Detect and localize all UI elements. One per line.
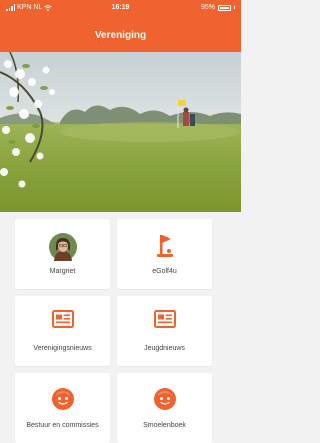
tile-jeugdnieuws[interactable]: Jeugdnieuws [117, 296, 212, 366]
tile-margriet[interactable]: Margriet [15, 219, 110, 289]
tile-label: Verenigingsnieuws [33, 345, 92, 352]
page-title: Vereniging [94, 30, 147, 41]
tile-label: eGolf4u [152, 268, 177, 275]
news-card-icon [15, 310, 110, 328]
tile-bestuur-en-commissies[interactable]: Bestuur en commissies [15, 373, 110, 443]
app-header: KPN NL 16:19 95% Vereniging [0, 0, 241, 52]
battery-icon [218, 4, 231, 11]
battery-percent: 95% [200, 4, 215, 11]
tile-smoelenboek[interactable]: Smoelenboek [117, 373, 212, 443]
hero-image [0, 52, 241, 212]
avatar [15, 233, 110, 261]
tile-verenigingsnieuws[interactable]: Verenigingsnieuws [15, 296, 110, 366]
battery-tip [234, 6, 235, 9]
tile-label: Smoelenboek [143, 422, 186, 429]
tile-label: Jeugdnieuws [144, 345, 185, 352]
tile-label: Margriet [49, 268, 76, 275]
face-icon [117, 387, 212, 411]
tile-egolf4u[interactable]: eGolf4u [117, 219, 212, 289]
menu-grid: Margriet eGolf4u Verenigingsnieuws Jeugd… [15, 219, 227, 443]
golf-flag-icon [117, 233, 212, 259]
status-bar: KPN NL 16:19 95% [0, 4, 241, 16]
tile-label: Bestuur en commissies [26, 422, 99, 429]
golf-course-photo [0, 52, 241, 212]
news-card-icon [117, 310, 212, 328]
face-icon [15, 387, 110, 411]
status-right: 95% [201, 4, 235, 11]
